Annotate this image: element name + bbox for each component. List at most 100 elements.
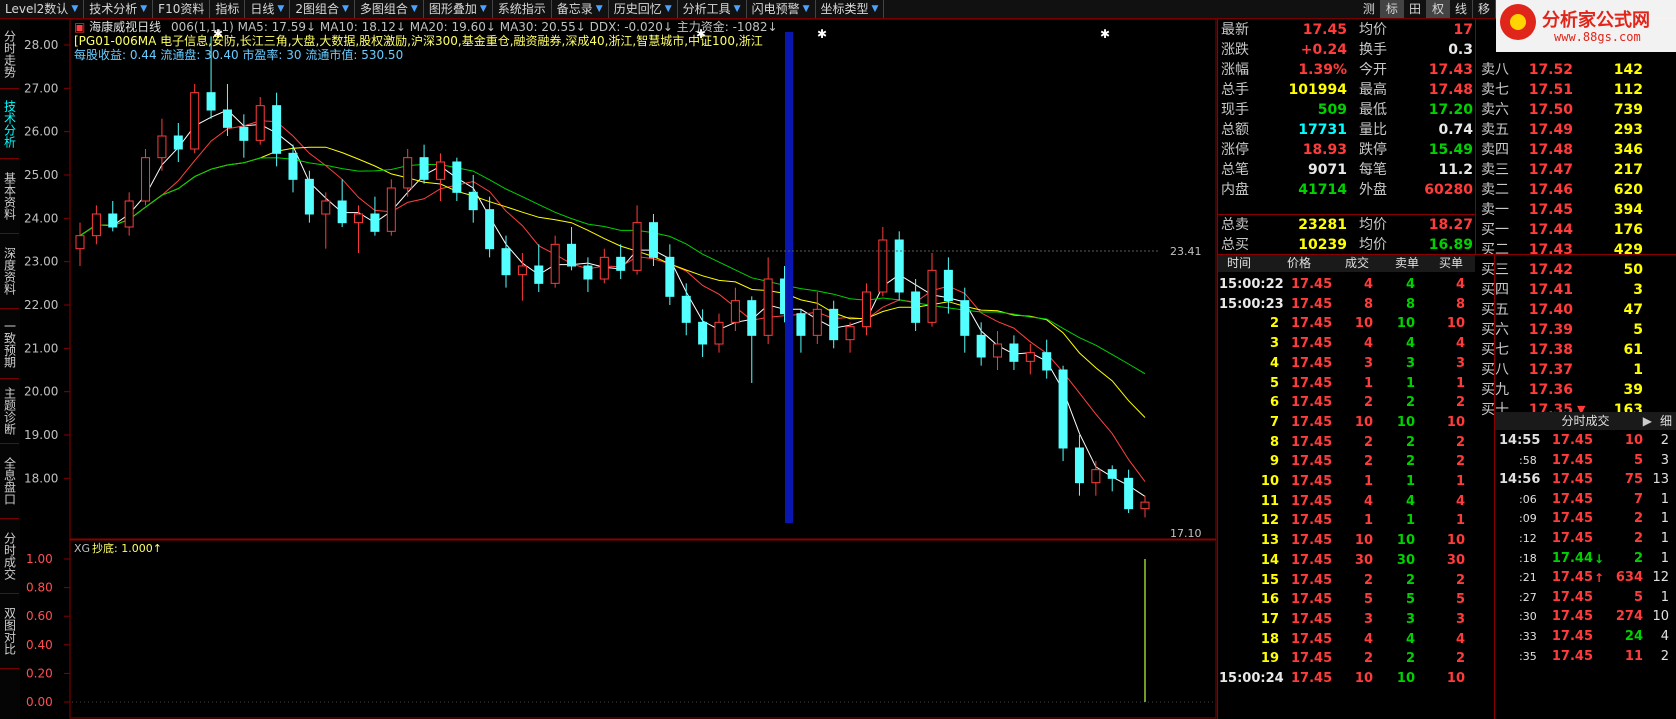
tick-header-0[interactable]: 时间 bbox=[1227, 254, 1251, 272]
bid-price: 17.37 bbox=[1528, 362, 1573, 378]
candle-body bbox=[157, 135, 167, 159]
dropdown-arrow-icon: ▼ bbox=[664, 4, 672, 14]
tick-volume: 2 bbox=[1363, 651, 1373, 667]
kline-chart[interactable]: 28.00 27.00 26.00 25.00 24.00 23.00 22.00 21.00… bbox=[20, 19, 1217, 719]
dropdown-arrow-icon: ▼ bbox=[71, 4, 79, 14]
bid-volume: 3 bbox=[1633, 282, 1643, 298]
toolbar-item-12[interactable]: 闪电预警 ▼ bbox=[747, 0, 816, 18]
toolbar-item-1[interactable]: 技术分析 ▼ bbox=[84, 0, 154, 18]
candle-body bbox=[861, 291, 871, 328]
detail-button[interactable]: 细 bbox=[1660, 412, 1672, 430]
tick-sell: 10 bbox=[1396, 533, 1415, 549]
toolbar-item-3[interactable]: 指标 bbox=[210, 0, 246, 18]
toolbar-item-label: 系统指示 bbox=[497, 2, 546, 16]
info-line: 每股收益: 0.44 流通盘: 30.40 市盈率: 30 流通市值: 530.… bbox=[74, 47, 403, 62]
toolbar-right-button-1[interactable]: 标 bbox=[1380, 0, 1404, 18]
toolbar-item-0[interactable]: Level2数认 ▼ bbox=[0, 0, 85, 18]
tick-volume: 3 bbox=[1363, 611, 1373, 627]
tick-time: 18 bbox=[1260, 631, 1279, 647]
star-marker: ✱ bbox=[1100, 27, 1110, 41]
y-axis-tick: 26.00 bbox=[24, 125, 58, 139]
ask-label: 卖五 bbox=[1481, 122, 1509, 138]
watermark-title: 分析家公式网 bbox=[1542, 10, 1650, 31]
fenshi-count: 1 bbox=[1660, 550, 1669, 566]
sidebar-tab-8[interactable]: 双图对比 bbox=[0, 594, 19, 669]
tick-buy: 10 bbox=[1446, 316, 1465, 332]
sidebar-tab-3[interactable]: 深度资料 bbox=[0, 234, 19, 309]
bid-price: 17.39 bbox=[1528, 322, 1573, 338]
tick-time: 15 bbox=[1260, 572, 1279, 588]
tick-price: 17.45 bbox=[1291, 592, 1333, 608]
fenshi-price: 17.45 bbox=[1551, 648, 1593, 664]
tick-sell: 30 bbox=[1396, 552, 1415, 568]
tick-volume: 1 bbox=[1363, 474, 1373, 489]
toolbar-item-7[interactable]: 图形叠加 ▼ bbox=[424, 0, 493, 18]
toolbar-right-button-5[interactable]: 移 bbox=[1473, 0, 1496, 18]
sub-y-tick: 0.60 bbox=[26, 609, 53, 623]
fenshi-volume: 10 bbox=[1624, 433, 1643, 448]
sidebar-tab-2[interactable]: 基本资料 bbox=[0, 159, 19, 234]
toolbar-item-8[interactable]: 系统指示 bbox=[493, 0, 552, 18]
sub-y-tick: 0.40 bbox=[26, 638, 53, 652]
ask-label: 卖四 bbox=[1481, 142, 1509, 158]
ask-volume: 293 bbox=[1613, 122, 1643, 138]
toolbar-item-13[interactable]: 坐标类型 ▼ bbox=[816, 0, 885, 18]
tick-header-4[interactable]: 买单 bbox=[1439, 254, 1463, 272]
toolbar-item-label: 图形叠加 bbox=[428, 2, 477, 16]
quote-label: 总笔 bbox=[1221, 162, 1249, 178]
tick-buy: 2 bbox=[1455, 434, 1465, 450]
tick-sell: 3 bbox=[1405, 611, 1415, 627]
ask-volume: 739 bbox=[1613, 102, 1643, 118]
toolbar-item-6[interactable]: 多图组合 ▼ bbox=[355, 0, 424, 18]
fenshi-count: 1 bbox=[1660, 491, 1669, 507]
candle-body bbox=[698, 321, 708, 345]
sidebar-tab-1[interactable]: 技术分析 bbox=[0, 89, 19, 159]
tick-header-1[interactable]: 价格 bbox=[1287, 254, 1311, 272]
toolbar-item-9[interactable]: 备忘录 ▼ bbox=[552, 0, 609, 18]
quote-label: 量比 bbox=[1359, 122, 1387, 138]
toolbar-item-label: 分析工具 bbox=[682, 2, 731, 16]
fenshi-time: :21 bbox=[1519, 571, 1537, 585]
toolbar-right-button-4[interactable]: 线 bbox=[1450, 0, 1473, 18]
toolbar-item-5[interactable]: 2图组合 ▼ bbox=[290, 0, 355, 18]
sidebar-tab-0[interactable]: 分时走势 bbox=[0, 19, 19, 89]
bid-volume: 176 bbox=[1613, 222, 1643, 238]
play-icon[interactable]: ▶ bbox=[1643, 412, 1652, 430]
sidebar-tab-5[interactable]: 主题诊断 bbox=[0, 379, 19, 444]
candle-body bbox=[1091, 469, 1101, 484]
toolbar-right-button-3[interactable]: 权 bbox=[1426, 0, 1450, 18]
tick-volume: 4 bbox=[1363, 493, 1373, 509]
tick-header-3[interactable]: 卖单 bbox=[1395, 254, 1419, 272]
toolbar-item-2[interactable]: F10资料 bbox=[153, 0, 211, 18]
fenshi-price: 17.45 bbox=[1551, 629, 1593, 644]
quote-value: 41714 bbox=[1298, 182, 1347, 198]
ask-label: 卖三 bbox=[1481, 162, 1509, 178]
sub-y-tick: 0.00 bbox=[26, 695, 53, 709]
quote-value: 60280 bbox=[1424, 182, 1473, 198]
toolbar-item-4[interactable]: 日线 ▼ bbox=[245, 0, 291, 18]
candle-body bbox=[354, 213, 364, 224]
candle-body bbox=[190, 92, 200, 150]
fenshi-count: 13 bbox=[1652, 472, 1669, 488]
tick-sell: 1 bbox=[1405, 474, 1415, 489]
quote-label: 外盘 bbox=[1359, 182, 1387, 198]
quote-label: 涨停 bbox=[1221, 142, 1249, 158]
toolbar-item-11[interactable]: 分析工具 ▼ bbox=[678, 0, 747, 18]
toolbar-right-button-0[interactable]: 测 bbox=[1358, 0, 1381, 18]
toolbar-right-button-2[interactable]: 田 bbox=[1404, 0, 1427, 18]
tick-time: 7 bbox=[1269, 414, 1279, 430]
fenshi-time: 14:55 bbox=[1499, 433, 1541, 448]
tick-sell: 5 bbox=[1405, 592, 1415, 608]
tick-header-2[interactable]: 成交 bbox=[1345, 254, 1369, 272]
candle-body bbox=[616, 256, 626, 271]
fenshi-count: 1 bbox=[1660, 589, 1669, 605]
sidebar-tab-7[interactable]: 分时成交 bbox=[0, 519, 19, 594]
tick-time: 3 bbox=[1269, 336, 1279, 352]
toolbar-item-10[interactable]: 历史回忆 ▼ bbox=[609, 0, 678, 18]
candle-body bbox=[993, 343, 1003, 358]
tick-buy: 1 bbox=[1455, 474, 1465, 489]
sidebar-tab-4[interactable]: 一致预期 bbox=[0, 309, 19, 379]
tick-time: 12 bbox=[1260, 513, 1279, 529]
ask-volume: 346 bbox=[1613, 142, 1643, 158]
sidebar-tab-6[interactable]: 全息盘口 bbox=[0, 444, 19, 519]
